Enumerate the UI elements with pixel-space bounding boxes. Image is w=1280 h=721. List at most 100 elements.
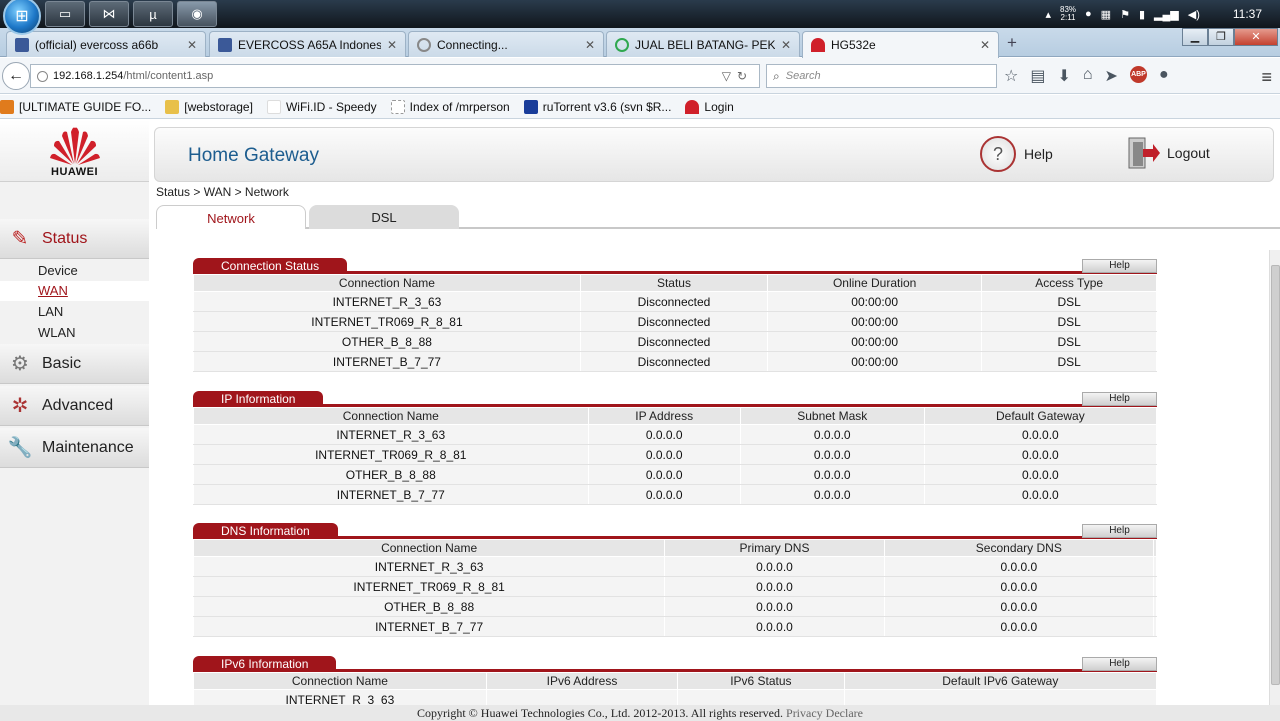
tray-network-icon[interactable]: ▦ xyxy=(1101,8,1111,21)
bookmark-item[interactable]: ruTorrent v3.6 (svn $R... xyxy=(523,99,671,114)
send-icon[interactable]: ➤ xyxy=(1105,66,1118,86)
close-icon[interactable]: ✕ xyxy=(980,38,990,52)
loading-icon xyxy=(615,37,629,52)
globe-icon xyxy=(37,70,48,82)
column-header: IPv6 Status xyxy=(677,672,845,690)
ip-information-table: Connection Name IP Address Subnet Mask D… xyxy=(193,407,1158,505)
section-title: IPv6 Information xyxy=(193,656,337,672)
bookmark-item[interactable]: Login xyxy=(685,99,734,114)
table-cell: 0.0.0.0 xyxy=(587,424,741,445)
dropdown-icon[interactable]: ▽ xyxy=(722,69,737,83)
logout-button[interactable]: Logout xyxy=(1127,136,1210,170)
table-row: INTERNET_B_7_77 0.0.0.0 0.0.0.0 0.0.0.0 xyxy=(193,484,1158,505)
download-icon[interactable]: ⬇ xyxy=(1057,66,1070,86)
column-header: Online Duration xyxy=(767,274,983,292)
nav-maintenance[interactable]: 🔧 Maintenance xyxy=(0,428,149,468)
tray-app-icon[interactable]: ● xyxy=(1085,8,1092,20)
utorrent-taskbar-icon[interactable]: µ xyxy=(133,1,173,27)
volume-icon[interactable]: ◀) xyxy=(1188,8,1200,21)
scrollbar-thumb[interactable] xyxy=(1271,265,1280,685)
nav-item-wan[interactable]: WAN xyxy=(0,281,149,301)
nav-item-lan[interactable]: LAN xyxy=(0,302,149,322)
explorer-taskbar-icon[interactable]: ▭ xyxy=(45,1,85,27)
browser-tab[interactable]: Connecting... ✕ xyxy=(408,31,604,57)
section-title: Connection Status xyxy=(193,258,348,274)
copyright-text: Copyright © Huawei Technologies Co., Ltd… xyxy=(417,706,784,720)
section-help-button[interactable]: Help xyxy=(1082,392,1157,406)
bookmark-item[interactable]: [ULTIMATE GUIDE FO... xyxy=(0,99,152,114)
nav-item-label: LAN xyxy=(38,304,64,319)
facebook-icon xyxy=(15,37,29,52)
table-cell xyxy=(1152,616,1158,637)
nav-status[interactable]: ✎ Status xyxy=(0,219,149,259)
close-icon[interactable]: ✕ xyxy=(781,38,791,52)
table-cell: 0.0.0.0 xyxy=(923,484,1158,505)
battery-icon[interactable]: ▮ xyxy=(1139,8,1145,21)
new-tab-icon[interactable]: + xyxy=(1007,33,1017,53)
table-cell: 0.0.0.0 xyxy=(923,424,1158,445)
bookmark-item[interactable]: [webstorage] xyxy=(165,99,253,114)
nav-basic-label: Basic xyxy=(42,354,82,372)
tray-expand-icon[interactable]: ▴ xyxy=(1045,8,1051,21)
section-help-button[interactable]: Help xyxy=(1082,524,1157,538)
bookmark-label: WiFi.ID - Speedy xyxy=(285,99,377,114)
dns-information-table: Connection Name Primary DNS Secondary DN… xyxy=(192,539,1158,637)
nav-advanced[interactable]: ✲ Advanced xyxy=(0,386,149,426)
browser-tab[interactable]: EVERCOSS A65A Indonesia ✕ xyxy=(209,31,406,57)
bookmark-item[interactable]: Index of /mrperson xyxy=(390,99,510,114)
reading-list-icon[interactable]: ▤ xyxy=(1030,66,1045,86)
window-close-icon[interactable]: ✕ xyxy=(1234,28,1278,46)
system-tray: ▴ 83% 2:11 ● ▦ ⚑ ▮ ▂▄▆ ◀) 11:37 xyxy=(1045,0,1280,28)
app-taskbar-icon[interactable]: ⋈ xyxy=(89,1,129,27)
table-cell xyxy=(1152,576,1158,597)
table-row: OTHER_B_8_88 Disconnected 00:00:00 DSL xyxy=(193,331,1157,352)
browser-tab-active[interactable]: HG532e ✕ xyxy=(802,31,999,58)
bookmark-label: [ULTIMATE GUIDE FO... xyxy=(19,99,152,114)
chat-icon[interactable]: ● xyxy=(1159,66,1169,86)
signal-icon[interactable]: ▂▄▆ xyxy=(1154,8,1179,21)
bookmark-star-icon[interactable]: ☆ xyxy=(1004,66,1018,86)
table-cell: INTERNET_TR069_R_8_81 xyxy=(193,311,581,332)
nav-item-device[interactable]: Device xyxy=(0,261,149,281)
home-icon[interactable]: ⌂ xyxy=(1083,66,1093,86)
clock[interactable]: 11:37 xyxy=(1233,7,1262,21)
table-cell: INTERNET_B_7_77 xyxy=(193,484,589,505)
help-button[interactable]: ? Help xyxy=(980,136,1053,172)
nav-basic[interactable]: ⚙ Basic xyxy=(0,344,149,384)
nav-item-wlan[interactable]: WLAN xyxy=(0,323,149,343)
bookmarks-bar: [ULTIMATE GUIDE FO... [webstorage] WiFi.… xyxy=(0,95,1280,119)
firefox-taskbar-icon[interactable]: ◉ xyxy=(177,1,217,27)
table-cell: INTERNET_R_3_63 xyxy=(192,556,666,577)
minimize-icon[interactable]: ▁ xyxy=(1182,28,1208,46)
table-cell: OTHER_B_8_88 xyxy=(193,331,581,352)
page-scrollbar[interactable] xyxy=(1269,250,1280,705)
table-row: INTERNET_TR069_R_8_81 Disconnected 00:00… xyxy=(193,311,1157,332)
search-icon: ⌕ xyxy=(773,68,780,83)
section-help-button[interactable]: Help xyxy=(1082,657,1157,671)
tab-network[interactable]: Network xyxy=(156,205,306,229)
close-icon[interactable]: ✕ xyxy=(585,38,595,52)
browser-tab[interactable]: JUAL BELI BATANG- PEKAL... ✕ xyxy=(606,31,800,57)
adblock-icon[interactable]: ABP xyxy=(1129,66,1147,83)
tab-dsl[interactable]: DSL xyxy=(309,205,459,229)
maximize-icon[interactable]: ❐ xyxy=(1208,28,1234,46)
search-input[interactable]: ⌕ Search xyxy=(766,64,997,88)
bookmark-item[interactable]: WiFi.ID - Speedy xyxy=(266,99,377,114)
back-icon[interactable]: ← xyxy=(2,62,30,90)
table-cell: 00:00:00 xyxy=(767,311,983,332)
column-header: Secondary DNS xyxy=(883,539,1154,557)
table-cell: Disconnected xyxy=(579,291,769,312)
miui-icon xyxy=(0,99,14,114)
privacy-link[interactable]: Privacy Declare xyxy=(786,706,863,720)
section-help-button[interactable]: Help xyxy=(1082,259,1157,273)
rutorrent-icon xyxy=(523,99,538,114)
action-center-icon[interactable]: ⚑ xyxy=(1120,8,1130,21)
table-cell: Disconnected xyxy=(579,351,769,372)
browser-navbar: ← 192.168.1.254/html/content1.asp ▽↻ ⌕ S… xyxy=(0,58,1280,94)
menu-icon[interactable]: ≡ xyxy=(1261,67,1272,88)
reload-icon[interactable]: ↻ xyxy=(737,69,753,83)
browser-tab[interactable]: (official) evercoss a66b ✕ xyxy=(6,31,206,57)
close-icon[interactable]: ✕ xyxy=(187,38,197,52)
url-bar[interactable]: 192.168.1.254/html/content1.asp ▽↻ xyxy=(30,64,760,88)
close-icon[interactable]: ✕ xyxy=(387,38,397,52)
